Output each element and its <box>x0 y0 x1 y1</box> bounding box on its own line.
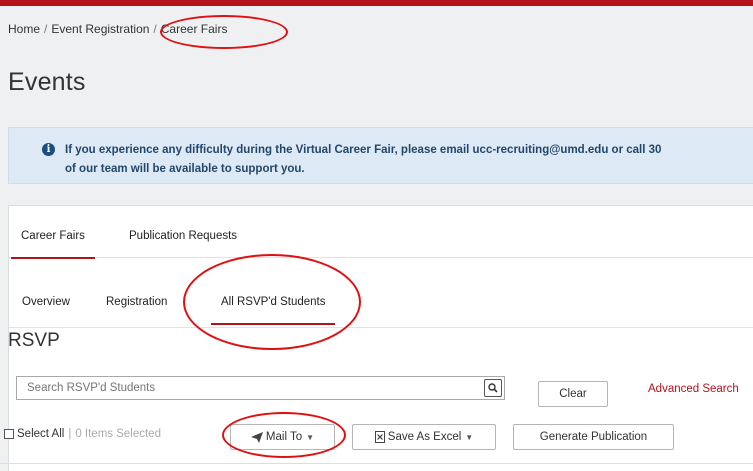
save-as-excel-button[interactable]: Save As Excel ▼ <box>352 424 496 450</box>
breadcrumb-home[interactable]: Home <box>8 22 40 36</box>
alert-line-2: of our team will be available to support… <box>65 163 305 175</box>
tab-publication-requests[interactable]: Publication Requests <box>129 230 237 242</box>
search-input[interactable] <box>16 376 505 400</box>
caret-down-icon: ▼ <box>306 432 315 442</box>
selected-count: 0 Items Selected <box>75 428 161 440</box>
search-icon <box>488 383 498 393</box>
select-all-label[interactable]: Select All <box>17 428 64 440</box>
section-title-rsvp: RSVP <box>8 330 60 351</box>
tab-all-rsvpd-students[interactable]: All RSVP'd Students <box>210 296 337 325</box>
secondary-tabs: Overview Registration All RSVP'd Student… <box>9 258 753 328</box>
select-all-checkbox[interactable] <box>4 429 14 439</box>
breadcrumb-event-registration[interactable]: Event Registration <box>51 22 149 36</box>
save-as-excel-label: Save As Excel <box>387 431 462 443</box>
mail-to-button[interactable]: Mail To ▼ <box>230 424 335 450</box>
top-brand-bar <box>0 0 753 6</box>
alert-line-1: If you experience any difficulty during … <box>65 144 662 156</box>
breadcrumb-separator: / <box>44 22 48 36</box>
breadcrumb: Home / Event Registration / Career Fairs <box>8 22 227 36</box>
mail-to-label: Mail To <box>265 431 303 443</box>
divider <box>0 463 753 464</box>
tab-overview[interactable]: Overview <box>22 296 70 308</box>
alert-message: If you experience any difficulty during … <box>65 141 753 179</box>
advanced-search-link[interactable]: Advanced Search <box>648 383 739 395</box>
page-title: Events <box>8 68 86 96</box>
generate-publication-button[interactable]: Generate Publication <box>513 424 674 450</box>
caret-down-icon: ▼ <box>465 432 474 442</box>
excel-file-icon <box>374 431 385 443</box>
primary-tabs: Career Fairs Publication Requests <box>9 206 753 259</box>
tab-registration[interactable]: Registration <box>106 296 167 308</box>
send-icon <box>250 431 263 443</box>
info-alert: i If you experience any difficulty durin… <box>8 127 753 184</box>
select-all-control: Select All | 0 Items Selected <box>4 428 161 440</box>
search-button[interactable] <box>484 379 502 397</box>
tab-career-fairs[interactable]: Career Fairs <box>11 230 95 259</box>
selection-separator: | <box>68 428 72 440</box>
info-icon: i <box>42 143 55 156</box>
clear-button[interactable]: Clear <box>538 381 608 407</box>
breadcrumb-career-fairs: Career Fairs <box>160 22 228 36</box>
breadcrumb-separator: / <box>153 22 157 36</box>
